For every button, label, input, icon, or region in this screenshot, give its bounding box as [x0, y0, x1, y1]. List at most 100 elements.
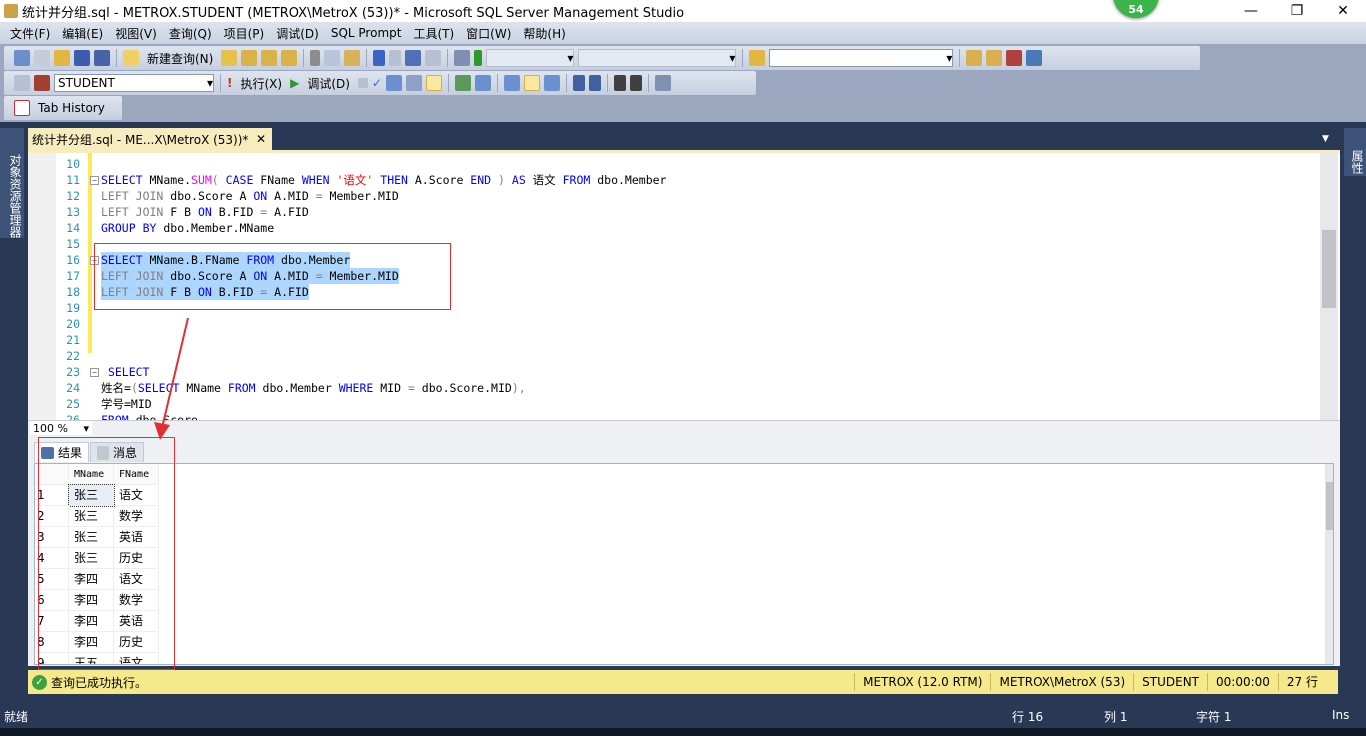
- change-connection-icon[interactable]: [34, 75, 50, 91]
- dmx-query-icon[interactable]: [261, 50, 278, 66]
- menu-debug[interactable]: 调试(D): [270, 25, 325, 42]
- tab-dropdown-icon[interactable]: ▼: [1322, 134, 1329, 144]
- toolbar-area: 新建查询(N) ▾ ▾ ▾ STUDENT ▾ ! 执行(X) ▶ 调试(D) ✓: [0, 44, 1366, 122]
- new-query-icon[interactable]: [123, 50, 139, 66]
- new-project-icon[interactable]: [14, 50, 30, 66]
- solution-config-dropdown[interactable]: ▾: [486, 49, 575, 67]
- grid-scrollbar[interactable]: [1325, 464, 1333, 664]
- find-combo[interactable]: ▾: [769, 49, 954, 67]
- execute-button[interactable]: 执行(X): [236, 75, 286, 92]
- object-explorer-sidebar-tab[interactable]: 对象资源管理器: [0, 128, 24, 238]
- restore-button[interactable]: ❐: [1274, 0, 1320, 22]
- increase-indent-icon[interactable]: [629, 75, 642, 91]
- menu-query[interactable]: 查询(Q): [163, 25, 218, 42]
- success-check-icon: ✓: [32, 674, 47, 690]
- connect-icon[interactable]: [14, 75, 30, 91]
- document-tab-label: 统计并分组.sql - ME...X\MetroX (53))*: [32, 132, 249, 147]
- annotation-box-query: [94, 243, 451, 310]
- find-in-files-icon[interactable]: [749, 50, 766, 66]
- results-grid[interactable]: MName FName 1 张三 语文 2 张三 数学 3 张三 英语 4 张三 历史 5 李四 语文 6 李四 数学…: [34, 463, 1334, 665]
- row-count: 27 行: [1277, 673, 1326, 691]
- fold-toggle-icon[interactable]: −: [90, 368, 99, 377]
- template-explorer-icon[interactable]: [986, 50, 1003, 66]
- comment-icon[interactable]: [572, 75, 585, 91]
- redo-icon[interactable]: [389, 50, 402, 66]
- code-line[interactable]: 13 LEFT JOIN F B ON B.FID = A.FID: [28, 204, 1318, 220]
- platform-dropdown[interactable]: ▾: [578, 49, 737, 67]
- code-line[interactable]: 12 LEFT JOIN dbo.Score A ON A.MID = Membe…: [28, 188, 1318, 204]
- db-engine-query-icon[interactable]: [221, 50, 238, 66]
- menu-window[interactable]: 窗口(W): [460, 25, 517, 42]
- database-dropdown[interactable]: STUDENT ▾: [54, 74, 214, 92]
- results-to-grid-icon[interactable]: [523, 75, 540, 91]
- results-to-text-icon[interactable]: [503, 75, 520, 91]
- properties-icon[interactable]: [1006, 50, 1023, 66]
- uncomment-icon[interactable]: [588, 75, 601, 91]
- zoom-dropdown[interactable]: 100 % ▾: [30, 421, 92, 435]
- debug-button[interactable]: 调试(D): [303, 75, 354, 92]
- save-all-icon[interactable]: [94, 50, 110, 66]
- fold-toggle-icon[interactable]: −: [90, 176, 99, 185]
- code-line[interactable]: 10: [28, 156, 1318, 172]
- execute-icon: !: [227, 76, 233, 90]
- document-tab[interactable]: 统计并分组.sql - ME...X\MetroX (53))* ✕: [28, 128, 272, 150]
- line-number: 16: [66, 253, 80, 267]
- undo-icon[interactable]: [373, 50, 386, 66]
- cancel-query-icon[interactable]: [357, 78, 368, 88]
- menu-file[interactable]: 文件(F): [4, 25, 56, 42]
- query-designer-icon[interactable]: [405, 75, 422, 91]
- tab-history-button[interactable]: Tab History: [34, 101, 109, 115]
- close-button[interactable]: ✕: [1320, 0, 1366, 22]
- find-icon[interactable]: [425, 50, 442, 66]
- cut-icon[interactable]: [310, 50, 321, 66]
- tab-history-icon: [14, 100, 30, 116]
- code-line[interactable]: 21: [28, 332, 1318, 348]
- code-line[interactable]: 11 − SELECT MName.SUM( CASE FName WHEN '语文…: [28, 172, 1318, 188]
- menu-edit[interactable]: 编辑(E): [56, 25, 109, 42]
- add-item-icon[interactable]: [34, 50, 50, 66]
- new-query-button[interactable]: 新建查询(N): [143, 50, 217, 67]
- include-plan-icon[interactable]: [454, 75, 471, 91]
- close-tab-icon[interactable]: ✕: [256, 132, 266, 146]
- specify-values-icon[interactable]: [654, 75, 671, 91]
- menu-view[interactable]: 视图(V): [109, 25, 163, 42]
- line-number: 17: [66, 269, 80, 283]
- menu-help[interactable]: 帮助(H): [517, 25, 571, 42]
- grid-scroll-thumb[interactable]: [1326, 482, 1333, 530]
- minimize-button[interactable]: —: [1228, 0, 1274, 22]
- object-explorer-icon[interactable]: [966, 50, 983, 66]
- client-stats-icon[interactable]: [474, 75, 491, 91]
- ready-status: 就绪: [4, 710, 29, 724]
- elapsed-time: 00:00:00: [1207, 673, 1278, 691]
- code-line[interactable]: 26 FROM dbo.Score: [28, 412, 1318, 420]
- toolbox-icon[interactable]: [1026, 50, 1043, 66]
- paste-icon[interactable]: [344, 50, 361, 66]
- line-number: 21: [66, 333, 80, 347]
- menu-sql-prompt[interactable]: SQL Prompt: [325, 26, 408, 40]
- code-text: SELECT: [107, 365, 150, 379]
- editor-scroll-thumb[interactable]: [1322, 230, 1336, 308]
- code-line[interactable]: 25 学号=MID: [28, 396, 1318, 412]
- xmla-query-icon[interactable]: [281, 50, 298, 66]
- code-line[interactable]: 22: [28, 348, 1318, 364]
- code-line[interactable]: 23 − SELECT: [28, 364, 1318, 380]
- copy-icon[interactable]: [324, 50, 341, 66]
- save-icon[interactable]: [74, 50, 90, 66]
- line-number: 12: [66, 189, 80, 203]
- activity-monitor-icon[interactable]: [454, 50, 471, 66]
- intellisense-icon[interactable]: [425, 75, 442, 91]
- decrease-indent-icon[interactable]: [613, 75, 626, 91]
- results-to-file-icon[interactable]: [543, 75, 560, 91]
- properties-sidebar-tab[interactable]: 属性: [1344, 128, 1366, 176]
- code-line[interactable]: 20: [28, 316, 1318, 332]
- open-file-icon[interactable]: [54, 50, 70, 66]
- mdx-query-icon[interactable]: [241, 50, 258, 66]
- code-line[interactable]: 14 GROUP BY dbo.Member.MName: [28, 220, 1318, 236]
- display-plan-icon[interactable]: [385, 75, 402, 91]
- code-line[interactable]: 24 姓名=(SELECT MName FROM dbo.Member WHERE…: [28, 380, 1318, 396]
- parse-icon[interactable]: ✓: [372, 76, 382, 90]
- menu-project[interactable]: 项目(P): [218, 25, 271, 42]
- navigate-icon[interactable]: [405, 50, 422, 66]
- start-icon[interactable]: [474, 50, 483, 66]
- menu-tools[interactable]: 工具(T): [407, 25, 460, 42]
